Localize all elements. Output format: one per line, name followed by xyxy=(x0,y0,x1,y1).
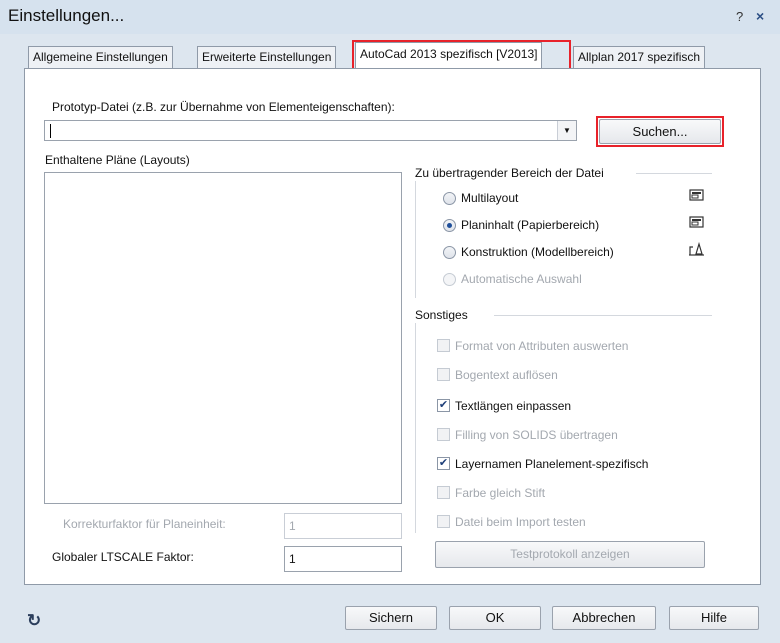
group-divider xyxy=(415,323,416,533)
radio-automatische-auswahl[interactable] xyxy=(443,273,456,286)
help-icon[interactable]: ? xyxy=(736,9,743,24)
checkbox-farbe-stift[interactable] xyxy=(437,486,450,499)
tab-erweiterte-einstellungen[interactable]: Erweiterte Einstellungen xyxy=(197,46,337,68)
layouts-label: Enthaltene Pläne (Layouts) xyxy=(45,153,190,167)
tab-autocad-2013[interactable]: AutoCad 2013 spezifisch [V2013] xyxy=(355,42,543,69)
radio-multilayout[interactable] xyxy=(443,192,456,205)
ltscale-field[interactable]: 1 xyxy=(284,546,402,572)
prototype-label: Prototyp-Datei (z.B. zur Übernahme von E… xyxy=(52,100,395,114)
checkbox-import-testen[interactable] xyxy=(437,515,450,528)
radio-konstruktion[interactable] xyxy=(443,246,456,259)
group-divider xyxy=(494,315,712,316)
radio-konstruktion-label: Konstruktion (Modellbereich) xyxy=(461,245,614,259)
group-divider xyxy=(636,173,712,174)
save-button[interactable]: Sichern xyxy=(345,606,437,630)
help-button[interactable]: Hilfe xyxy=(669,606,759,630)
chevron-down-icon[interactable]: ▼ xyxy=(557,121,576,140)
tab-allgemeine-einstellungen[interactable]: Allgemeine Einstellungen xyxy=(28,46,173,68)
checkbox-format-attribute-label: Format von Attributen auswerten xyxy=(455,339,629,353)
close-icon[interactable]: × xyxy=(756,8,764,24)
window-title: Einstellungen... xyxy=(8,6,125,25)
group-divider xyxy=(415,181,416,298)
radio-multilayout-label: Multilayout xyxy=(461,191,519,205)
text-caret xyxy=(50,124,51,138)
checkbox-filling-solids[interactable] xyxy=(437,428,450,441)
misc-label: Sonstiges xyxy=(415,308,468,322)
multilayout-icon xyxy=(689,189,704,201)
checkbox-filling-solids-label: Filling von SOLIDS übertragen xyxy=(455,428,618,442)
radio-planinhalt-label: Planinhalt (Papierbereich) xyxy=(461,218,600,232)
search-button[interactable]: Suchen... xyxy=(599,119,721,144)
correction-factor-label: Korrekturfaktor für Planeinheit: xyxy=(63,517,226,531)
radio-automatische-auswahl-label: Automatische Auswahl xyxy=(461,272,582,286)
checkbox-layernamen-label: Layernamen Planelement-spezifisch xyxy=(455,457,649,471)
title-bar: Einstellungen... ? × xyxy=(0,0,780,34)
checkbox-bogentext-label: Bogentext auflösen xyxy=(455,368,558,382)
ltscale-label: Globaler LTSCALE Faktor: xyxy=(52,550,194,564)
checkbox-bogentext[interactable] xyxy=(437,368,450,381)
checkbox-import-testen-label: Datei beim Import testen xyxy=(455,515,586,529)
ok-button[interactable]: OK xyxy=(449,606,541,630)
checkbox-textlaengen[interactable]: ✔ xyxy=(437,399,450,412)
tab-allplan-2017[interactable]: Allplan 2017 spezifisch xyxy=(573,46,706,68)
layouts-list[interactable] xyxy=(44,172,402,504)
test-protocol-button[interactable]: Testprotokoll anzeigen xyxy=(435,541,705,568)
model-space-icon xyxy=(689,242,704,256)
checkbox-layernamen[interactable]: ✔ xyxy=(437,457,450,470)
checkbox-format-attribute[interactable] xyxy=(437,339,450,352)
refresh-icon[interactable]: ↻ xyxy=(27,611,41,631)
cancel-button[interactable]: Abbrechen xyxy=(552,606,656,630)
checkbox-textlaengen-label: Textlängen einpassen xyxy=(455,399,572,413)
transfer-area-label: Zu übertragender Bereich der Datei xyxy=(415,166,604,180)
radio-planinhalt[interactable] xyxy=(443,219,456,232)
paper-space-icon xyxy=(689,216,704,228)
checkbox-farbe-stift-label: Farbe gleich Stift xyxy=(455,486,546,500)
prototype-file-combobox[interactable]: ▼ xyxy=(44,120,577,141)
correction-factor-field[interactable]: 1 xyxy=(284,513,402,539)
